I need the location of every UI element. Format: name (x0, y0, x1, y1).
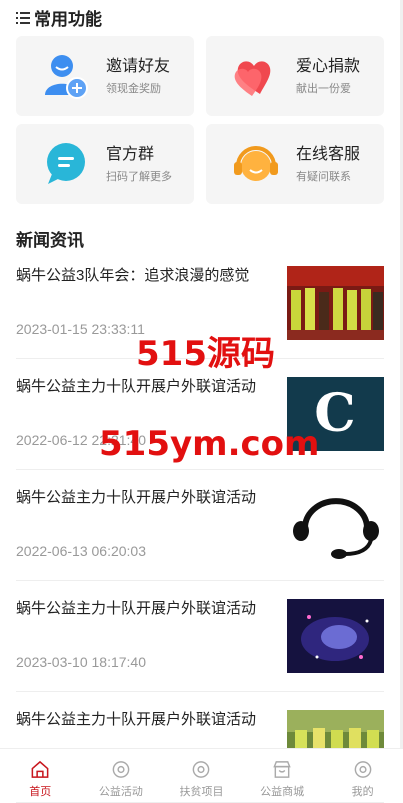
tab-home[interactable]: 首页 (0, 749, 81, 799)
tab-label: 首页 (29, 786, 52, 798)
news-title: 蜗牛公益3队年会：追求浪漫的感觉 (16, 267, 250, 284)
news-item[interactable]: 蜗牛公益主力十队开展户外联谊活动 2022-06-13 06:20:03 (16, 470, 384, 581)
news-date: 2023-03-10 18:17:40 (16, 654, 146, 670)
news-date: 2023-01-15 23:33:11 (16, 321, 145, 337)
project-icon (193, 761, 210, 778)
tab-label: 公益商城 (260, 786, 305, 798)
news-item[interactable]: 蜗牛公益主力十队开展户外联谊活动 2023-03-10 18:17:40 (16, 581, 384, 692)
watermark-text: 515源码 (136, 334, 275, 374)
news-title: 蜗牛公益主力十队开展户外联谊活动 (16, 711, 257, 728)
news-title: 蜗牛公益主力十队开展户外联谊活动 (16, 600, 257, 617)
news-title: 蜗牛公益主力十队开展户外联谊活动 (16, 489, 257, 506)
news-thumbnail (287, 599, 384, 673)
news-title: 蜗牛公益主力十队开展户外联谊活动 (16, 378, 257, 395)
official-group-title: 官方群 (106, 145, 155, 163)
function-grid: 邀请好友 领现金奖励 爱心捐款 献出一份爱 官方群 扫码了解更多 在线客服 有疑… (16, 36, 384, 204)
donate-card[interactable]: 爱心捐款 献出一份爱 (206, 36, 384, 116)
home-icon (31, 760, 49, 778)
svg-text:C: C (314, 383, 355, 444)
tab-profile[interactable]: 我的 (322, 749, 403, 799)
donate-title: 爱心捐款 (296, 57, 361, 75)
invite-friends-sub: 领现金奖励 (106, 82, 161, 95)
heart-donate-icon (230, 50, 282, 102)
tab-label: 扶贫项目 (179, 786, 224, 798)
profile-icon (354, 761, 372, 778)
official-group-card[interactable]: 官方群 扫码了解更多 (16, 124, 194, 204)
news-thumbnail (287, 488, 384, 562)
chat-group-icon (40, 138, 92, 190)
common-functions-header: 常用功能 (16, 5, 102, 30)
activity-icon (112, 761, 130, 778)
list-icon (16, 11, 30, 24)
invite-friends-card[interactable]: 邀请好友 领现金奖励 (16, 36, 194, 116)
invite-user-icon (40, 50, 92, 102)
news-thumbnail (287, 266, 384, 340)
common-functions-title: 常用功能 (34, 10, 102, 29)
official-group-sub: 扫码了解更多 (106, 170, 172, 183)
tab-activities[interactable]: 公益活动 (81, 749, 162, 799)
bottom-tab-bar: 首页 公益活动 扶贫项目 公益商城 我的 (0, 748, 403, 799)
tab-label: 我的 (351, 786, 374, 798)
tab-shop[interactable]: 公益商城 (242, 749, 323, 799)
invite-friends-title: 邀请好友 (106, 57, 171, 75)
tab-label: 公益活动 (98, 786, 143, 798)
headset-icon (230, 138, 282, 190)
online-service-title: 在线客服 (296, 145, 361, 163)
donate-sub: 献出一份爱 (296, 82, 351, 95)
news-date: 2022-06-13 06:20:03 (16, 543, 146, 559)
tab-projects[interactable]: 扶贫项目 (161, 749, 242, 799)
shop-icon (273, 761, 291, 778)
online-service-card[interactable]: 在线客服 有疑问联系 (206, 124, 384, 204)
online-service-sub: 有疑问联系 (296, 170, 351, 183)
watermark-url: 515ym.com (99, 424, 320, 464)
